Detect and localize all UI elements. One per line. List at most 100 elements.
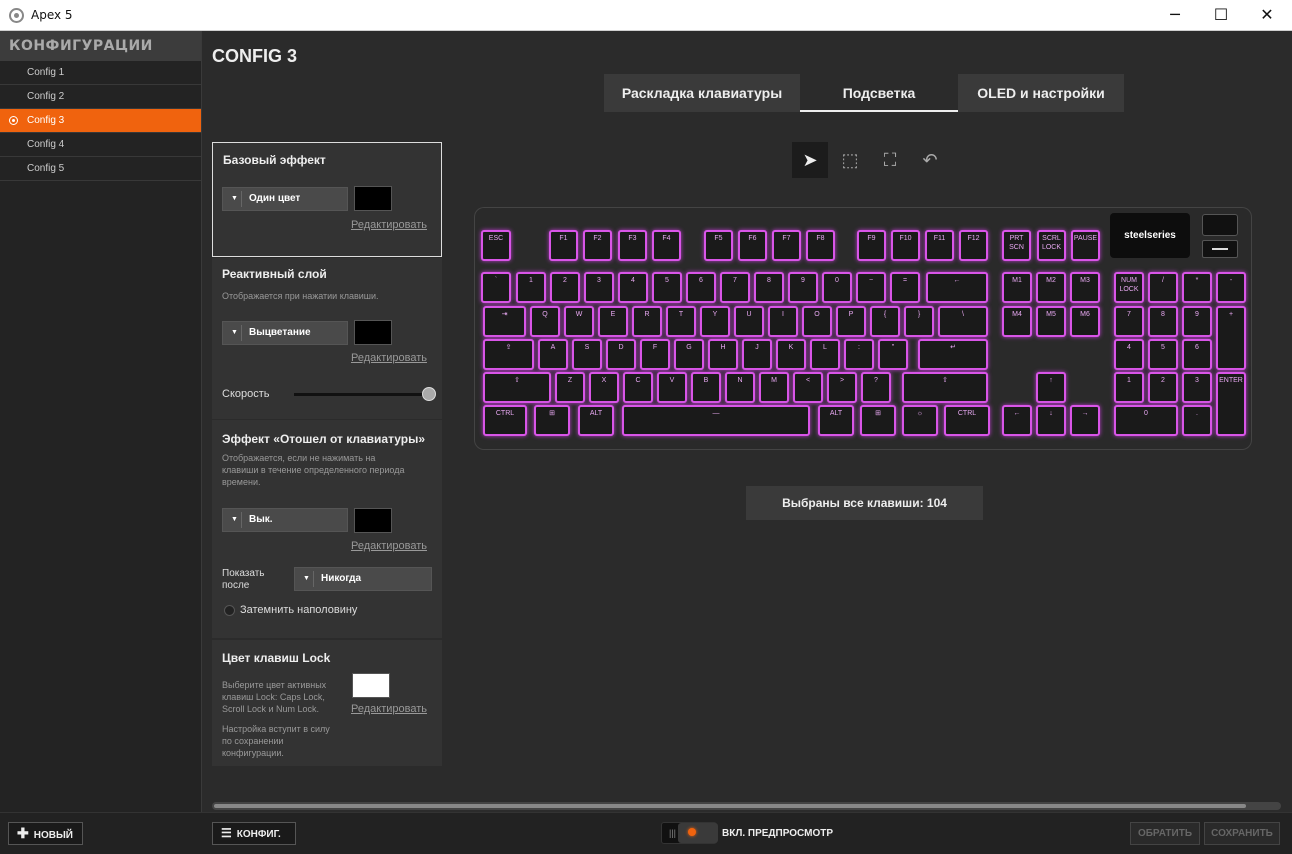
key[interactable]: ↑ (1036, 372, 1066, 403)
key[interactable]: ` (481, 272, 511, 303)
key[interactable]: F4 (652, 230, 681, 261)
key[interactable]: - (1216, 272, 1246, 303)
key[interactable]: + (1216, 306, 1246, 370)
speed-slider-track[interactable] (294, 393, 430, 396)
key[interactable]: J (742, 339, 772, 370)
key[interactable]: ⇥ (483, 306, 526, 337)
key[interactable]: → (1070, 405, 1100, 436)
away-color-swatch[interactable] (354, 508, 392, 533)
close-button[interactable]: ✕ (1244, 0, 1290, 31)
key[interactable]: M5 (1036, 306, 1066, 337)
key[interactable]: } (904, 306, 934, 337)
key[interactable]: F9 (857, 230, 886, 261)
reactive-color-swatch[interactable] (354, 320, 392, 345)
key[interactable]: N (725, 372, 755, 403)
apply-button[interactable]: ОБРАТИТЬ (1130, 822, 1200, 845)
key[interactable]: PAUSE (1071, 230, 1100, 261)
key[interactable]: ⇪ (483, 339, 534, 370)
key[interactable]: O (802, 306, 832, 337)
scrollbar-thumb[interactable] (214, 804, 1246, 808)
base-effect-color-swatch[interactable] (354, 186, 392, 211)
key[interactable]: F2 (583, 230, 612, 261)
key[interactable]: . (1182, 405, 1212, 436)
key[interactable]: 4 (1114, 339, 1144, 370)
key[interactable]: ESC (481, 230, 511, 261)
base-effect-dropdown[interactable]: ▼ Один цвет (222, 187, 348, 211)
key[interactable]: > (827, 372, 857, 403)
key[interactable]: M6 (1070, 306, 1100, 337)
key[interactable]: 6 (686, 272, 716, 303)
key[interactable]: = (890, 272, 920, 303)
key[interactable]: F12 (959, 230, 988, 261)
key[interactable]: < (793, 372, 823, 403)
key[interactable]: F6 (738, 230, 767, 261)
key[interactable]: 9 (788, 272, 818, 303)
key[interactable]: ← (1002, 405, 1032, 436)
key[interactable]: 9 (1182, 306, 1212, 337)
key[interactable]: 7 (720, 272, 750, 303)
key[interactable]: { (870, 306, 900, 337)
key[interactable]: ⊞ (860, 405, 896, 436)
base-effect-edit-link[interactable]: Редактировать (351, 219, 427, 231)
key[interactable]: F11 (925, 230, 954, 261)
key[interactable]: 0 (1114, 405, 1178, 436)
pointer-tool-icon[interactable]: ➤ (792, 142, 828, 178)
key[interactable]: B (691, 372, 721, 403)
config-item-3[interactable]: Config 3 (0, 109, 201, 133)
minimize-button[interactable]: ─ (1152, 0, 1198, 31)
key[interactable]: G (674, 339, 704, 370)
key[interactable]: K (776, 339, 806, 370)
key[interactable]: Q (530, 306, 560, 337)
key[interactable]: 2 (550, 272, 580, 303)
key[interactable]: W (564, 306, 594, 337)
key[interactable]: ALT (818, 405, 854, 436)
speed-slider-handle[interactable] (422, 387, 436, 401)
config-item-2[interactable]: Config 2 (0, 85, 201, 109)
key[interactable]: " (878, 339, 908, 370)
key[interactable]: ALT (578, 405, 614, 436)
key[interactable]: − (856, 272, 886, 303)
key[interactable]: ↵ (918, 339, 988, 370)
away-dropdown[interactable]: ▼ Вык. (222, 508, 348, 532)
key[interactable]: 3 (1182, 372, 1212, 403)
key[interactable]: A (538, 339, 568, 370)
key[interactable]: Y (700, 306, 730, 337)
key[interactable]: * (1182, 272, 1212, 303)
key[interactable]: 8 (754, 272, 784, 303)
reactive-edit-link[interactable]: Редактировать (351, 352, 427, 364)
config-menu-button[interactable]: ☰ КОНФИГ. (212, 822, 296, 845)
key[interactable]: V (657, 372, 687, 403)
save-button[interactable]: СОХРАНИТЬ (1204, 822, 1280, 845)
key[interactable]: T (666, 306, 696, 337)
select-all-icon[interactable]: ⛶ (872, 142, 908, 178)
lock-color-swatch[interactable] (352, 673, 390, 698)
select-rectangle-icon[interactable]: ⬚ (832, 142, 868, 178)
key[interactable]: : (844, 339, 874, 370)
key[interactable]: ⇧ (483, 372, 551, 403)
key[interactable]: 7 (1114, 306, 1144, 337)
undo-icon[interactable]: ↶ (912, 142, 948, 178)
config-item-5[interactable]: Config 5 (0, 157, 201, 181)
tab-lighting[interactable]: Подсветка (800, 74, 958, 112)
key[interactable]: 5 (652, 272, 682, 303)
key[interactable]: PRT SCN (1002, 230, 1031, 261)
key[interactable]: SCRL LOCK (1037, 230, 1066, 261)
key[interactable]: H (708, 339, 738, 370)
away-edit-link[interactable]: Редактировать (351, 540, 427, 552)
key[interactable]: CTRL (944, 405, 990, 436)
key[interactable]: P (836, 306, 866, 337)
key[interactable]: X (589, 372, 619, 403)
key[interactable]: 8 (1148, 306, 1178, 337)
key[interactable]: F7 (772, 230, 801, 261)
key[interactable]: F5 (704, 230, 733, 261)
key[interactable]: I (768, 306, 798, 337)
key[interactable]: 5 (1148, 339, 1178, 370)
key[interactable]: ↓ (1036, 405, 1066, 436)
key[interactable]: \ (938, 306, 988, 337)
key[interactable]: L (810, 339, 840, 370)
key[interactable]: M2 (1036, 272, 1066, 303)
key[interactable]: ← (926, 272, 988, 303)
key[interactable]: / (1148, 272, 1178, 303)
key[interactable]: ☼ (902, 405, 938, 436)
show-after-dropdown[interactable]: ▼ Никогда (294, 567, 432, 591)
